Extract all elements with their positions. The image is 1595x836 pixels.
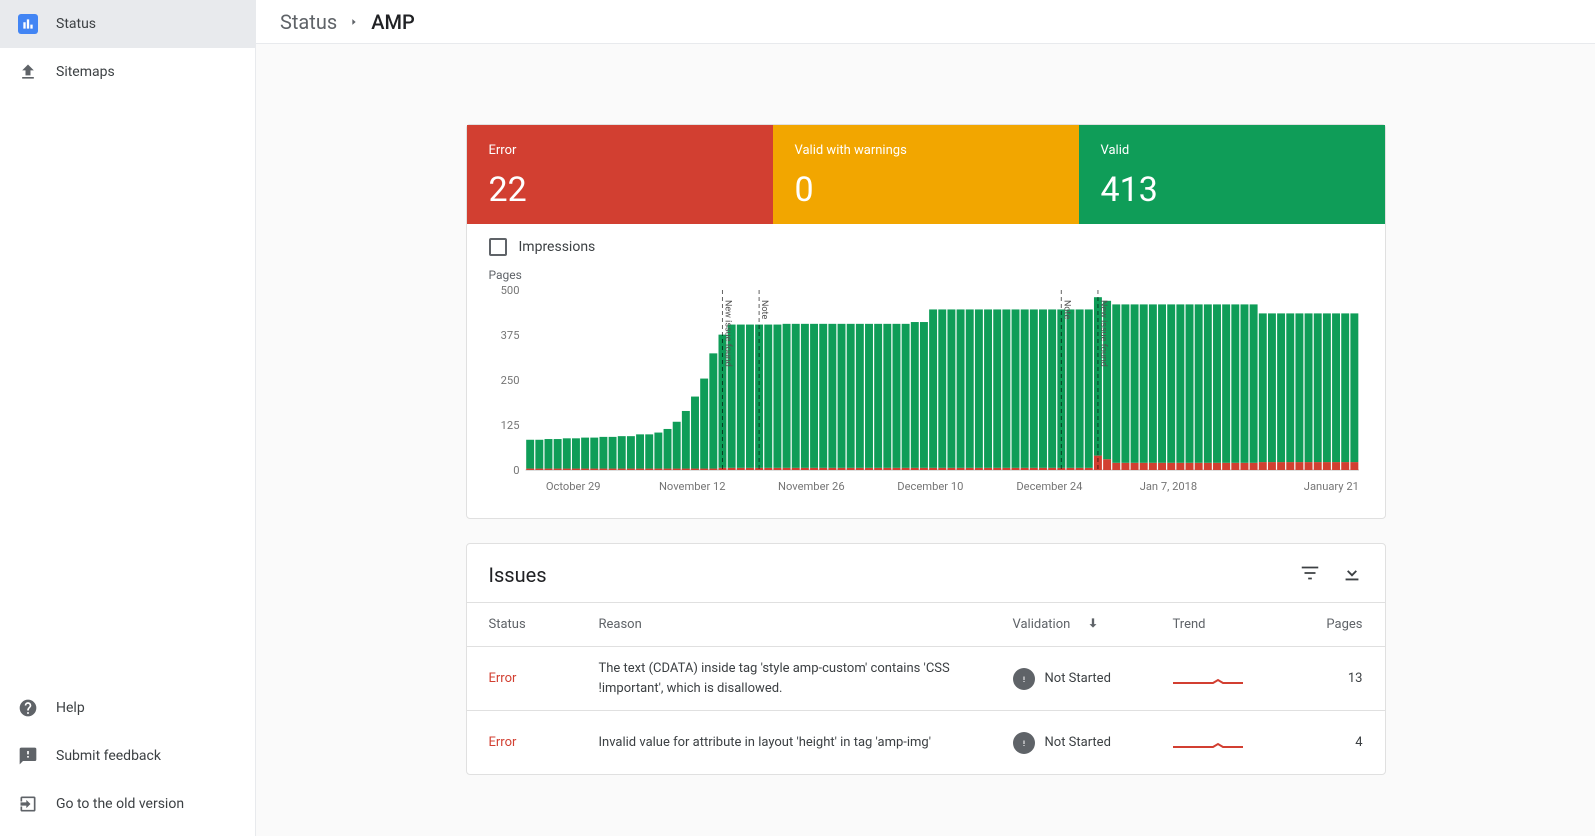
issues-table-head: Status Reason Validation Trend Pages <box>467 602 1385 646</box>
col-header-status[interactable]: Status <box>489 617 599 632</box>
svg-text:New issue found: New issue found <box>722 300 732 367</box>
svg-text:Note: Note <box>759 300 769 319</box>
svg-text:October 29: October 29 <box>545 480 600 493</box>
sidebar: Status Sitemaps Help Submit feedback <box>0 0 256 836</box>
chart-axis-title: Pages <box>489 268 1363 282</box>
stat-tile-valid[interactable]: Valid 413 <box>1079 125 1385 224</box>
header: Status AMP <box>256 0 1595 44</box>
stat-value: 0 <box>795 170 1057 210</box>
svg-text:December 24: December 24 <box>1016 480 1082 493</box>
upload-icon <box>16 60 40 84</box>
sidebar-item-old-version[interactable]: Go to the old version <box>0 780 255 828</box>
table-row[interactable]: Error Invalid value for attribute in lay… <box>467 710 1385 774</box>
cell-trend <box>1173 731 1303 755</box>
impressions-checkbox[interactable] <box>489 238 507 256</box>
cell-trend <box>1173 667 1303 691</box>
svg-text:250: 250 <box>500 374 519 387</box>
cell-validation: Not Started <box>1013 668 1173 690</box>
breadcrumb-current: AMP <box>371 10 415 34</box>
breadcrumb-root[interactable]: Status <box>280 10 337 34</box>
sidebar-item-label: Submit feedback <box>56 748 161 764</box>
svg-text:November 26: November 26 <box>778 480 845 493</box>
pages-chart: Pages 500 375 250 125 0 New issue found Note No… <box>467 260 1385 518</box>
feedback-icon <box>16 744 40 768</box>
stat-tile-error[interactable]: Error 22 <box>467 125 773 224</box>
cell-pages: 13 <box>1303 671 1363 686</box>
sidebar-item-sitemaps[interactable]: Sitemaps <box>0 48 255 96</box>
download-icon[interactable] <box>1341 562 1363 588</box>
sidebar-item-help[interactable]: Help <box>0 684 255 732</box>
svg-text:November 12: November 12 <box>658 480 725 493</box>
sidebar-item-label: Go to the old version <box>56 796 184 812</box>
cell-pages: 4 <box>1303 735 1363 750</box>
sidebar-item-label: Sitemaps <box>56 64 115 80</box>
sidebar-item-feedback[interactable]: Submit feedback <box>0 732 255 780</box>
issues-title: Issues <box>489 563 547 587</box>
sidebar-item-label: Help <box>56 700 85 716</box>
col-header-trend[interactable]: Trend <box>1173 617 1303 632</box>
stat-tile-warning[interactable]: Valid with warnings 0 <box>773 125 1079 224</box>
col-header-pages[interactable]: Pages <box>1303 617 1363 632</box>
cell-validation: Not Started <box>1013 732 1173 754</box>
breadcrumb: Status AMP <box>280 10 415 34</box>
svg-text:125: 125 <box>500 419 519 432</box>
stat-label: Error <box>489 143 751 158</box>
alert-icon <box>1013 668 1035 690</box>
filter-icon[interactable] <box>1299 562 1321 588</box>
col-header-validation[interactable]: Validation <box>1013 616 1173 634</box>
stat-value: 22 <box>489 170 751 210</box>
svg-text:0: 0 <box>513 464 519 477</box>
impressions-label: Impressions <box>519 239 596 255</box>
stat-label: Valid <box>1101 143 1363 158</box>
sort-desc-icon <box>1086 616 1100 634</box>
sidebar-item-status[interactable]: Status <box>0 0 255 48</box>
stat-value: 413 <box>1101 170 1363 210</box>
issues-card: Issues Status Reason <box>466 543 1386 775</box>
cell-status: Error <box>489 735 599 750</box>
svg-text:500: 500 <box>500 286 519 297</box>
svg-text:December 10: December 10 <box>897 480 963 493</box>
exit-icon <box>16 792 40 816</box>
sidebar-item-label: Status <box>56 16 96 32</box>
alert-icon <box>1013 732 1035 754</box>
table-row[interactable]: Error The text (CDATA) inside tag 'style… <box>467 646 1385 710</box>
svg-text:January 21: January 21 <box>1303 480 1358 493</box>
svg-text:375: 375 <box>500 329 519 342</box>
cell-status: Error <box>489 671 599 686</box>
svg-text:Note: Note <box>1061 300 1071 319</box>
summary-card: Error 22 Valid with warnings 0 Valid 413 <box>466 124 1386 519</box>
bar-chart-icon <box>16 12 40 36</box>
help-icon <box>16 696 40 720</box>
svg-text:New issue found: New issue found <box>1097 300 1107 367</box>
cell-reason: The text (CDATA) inside tag 'style amp-c… <box>599 659 1013 698</box>
svg-text:Jan 7, 2018: Jan 7, 2018 <box>1139 480 1197 493</box>
cell-reason: Invalid value for attribute in layout 'h… <box>599 733 1013 753</box>
chevron-right-icon <box>349 17 359 27</box>
stat-label: Valid with warnings <box>795 143 1057 158</box>
col-header-reason[interactable]: Reason <box>599 615 1013 635</box>
